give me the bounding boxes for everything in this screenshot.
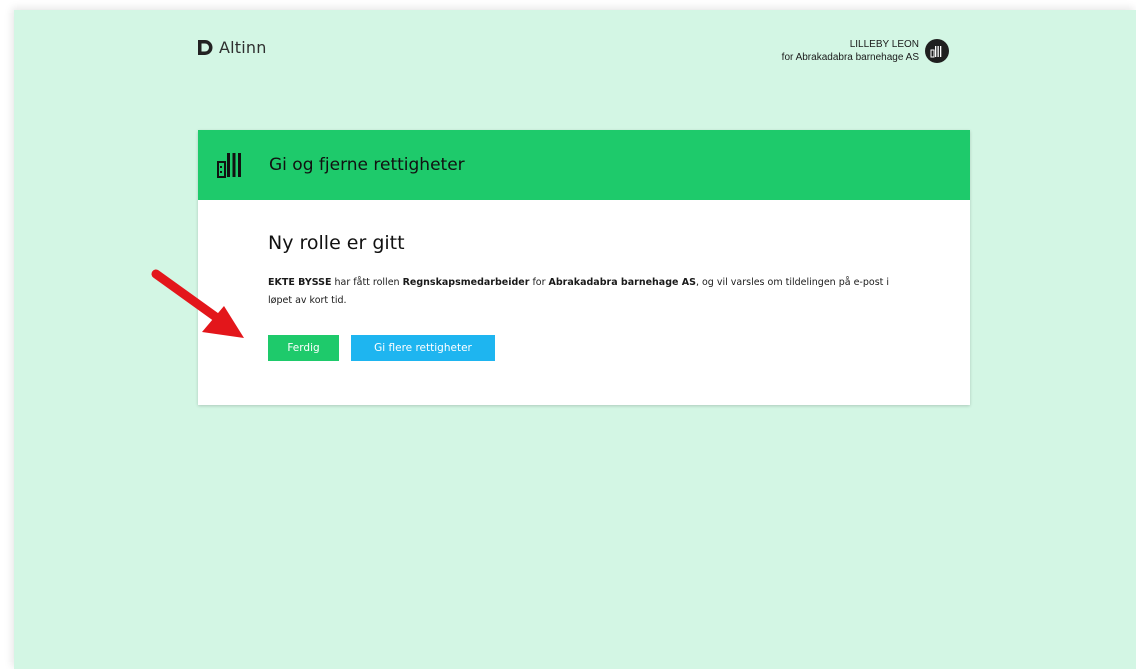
confirmation-heading: Ny rolle er gitt: [268, 232, 405, 254]
altinn-logo[interactable]: Altinn: [197, 38, 267, 57]
building-icon: [217, 153, 241, 178]
user-info: LILLEBY LEON for Abrakadabra barnehage A…: [782, 38, 919, 64]
annotation-arrow-icon: [151, 269, 244, 338]
person-name: EKTE BYSSE: [268, 277, 332, 288]
user-name: LILLEBY LEON: [849, 39, 919, 50]
give-more-rights-button[interactable]: Gi flere rettigheter: [351, 335, 495, 361]
card-header: Gi og fjerne rettigheter: [198, 130, 970, 200]
card-body: Ny rolle er gitt EKTE BYSSE har fått rol…: [198, 200, 970, 361]
role-name: Regnskapsmedarbeider: [402, 277, 530, 288]
action-buttons: Ferdig Gi flere rettigheter: [268, 335, 970, 361]
done-button[interactable]: Ferdig: [268, 335, 339, 361]
user-org: for Abrakadabra barnehage AS: [781, 52, 919, 63]
brand-name: Altinn: [219, 38, 267, 57]
user-menu[interactable]: LILLEBY LEON for Abrakadabra barnehage A…: [782, 38, 949, 64]
confirmation-message: EKTE BYSSE har fått rollen Regnskapsmeda…: [268, 274, 908, 310]
rights-card: Gi og fjerne rettigheter Ny rolle er git…: [198, 130, 970, 405]
building-icon: [930, 46, 942, 58]
organization-name: Abrakadabra barnehage AS: [548, 277, 696, 288]
organization-avatar[interactable]: [925, 39, 949, 63]
card-title: Gi og fjerne rettigheter: [269, 155, 465, 175]
message-text-2: for: [529, 277, 549, 288]
altinn-logo-icon: [198, 40, 213, 55]
message-text-1: har fått rollen: [331, 277, 403, 288]
